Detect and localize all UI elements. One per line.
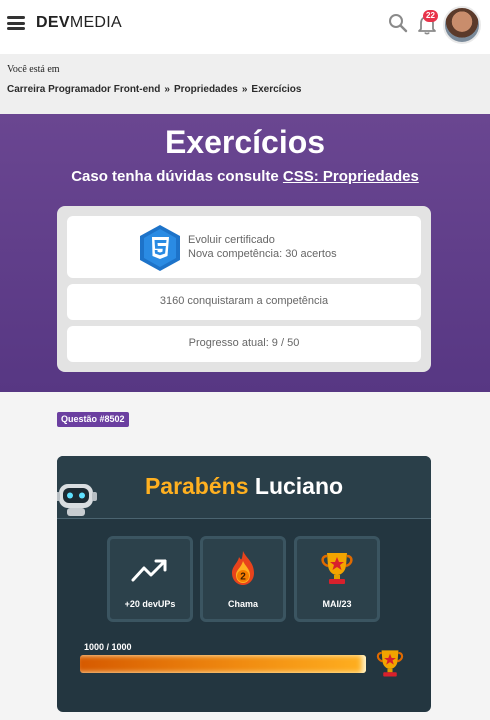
breadcrumb-intro: Você está em — [7, 64, 60, 75]
search-icon[interactable] — [388, 13, 408, 33]
stat-flame: 2 Chama — [200, 536, 286, 622]
hamburger-icon[interactable] — [7, 16, 25, 30]
xp-progress-fill — [80, 655, 366, 673]
certificate-text: Evoluir certificado Nova competência: 30… — [188, 233, 337, 261]
notification-badge[interactable]: 22 — [423, 10, 438, 22]
conquered-row: 3160 conquistaram a competência — [67, 284, 421, 320]
certificate-row: Evoluir certificado Nova competência: 30… — [67, 216, 421, 278]
stat-trophy: MAI/23 — [294, 536, 380, 622]
breadcrumb-item-exercises[interactable]: Exercícios — [251, 84, 301, 95]
breadcrumb-separator: » — [241, 84, 248, 95]
css3-shield-icon — [140, 225, 180, 271]
stat-trophy-label: MAI/23 — [322, 599, 352, 609]
xp-text: 1000 / 1000 — [84, 642, 132, 652]
progress-text: Progresso atual: 9 / 50 — [188, 337, 300, 349]
breadcrumb: Você está em Carreira Programador Front-… — [0, 54, 490, 114]
question-tag: Questão #8502 — [57, 412, 129, 427]
hero-section: Exercícios Caso tenha dúvidas consulte C… — [0, 114, 490, 392]
avatar[interactable] — [443, 6, 481, 44]
progress-row: Progresso atual: 9 / 50 — [67, 326, 421, 362]
congrats-panel: Parabéns Luciano +20 devUPs 2 Chama MAI/… — [57, 456, 431, 712]
trending-up-icon — [131, 559, 167, 582]
flame-number: 2 — [240, 572, 246, 583]
breadcrumb-trail: Carreira Programador Front-end» Proprieda… — [7, 84, 301, 95]
stat-flame-label: Chama — [227, 599, 258, 609]
certificate-line-1: Evoluir certificado — [188, 234, 275, 246]
flame-icon: 2 — [232, 551, 254, 585]
page-title: Exercícios — [164, 124, 326, 160]
hero-subtitle: Caso tenha dúvidas consulte CSS: Proprie… — [71, 168, 419, 185]
xp-progress-bar — [80, 655, 366, 673]
congrats-header: Parabéns Luciano — [57, 456, 431, 519]
trophy-icon — [376, 650, 404, 677]
breadcrumb-item-properties[interactable]: Propriedades — [174, 84, 238, 95]
top-bar: DEVMEDIA 22 — [0, 0, 490, 54]
breadcrumb-item-career[interactable]: Carreira Programador Front-end — [7, 84, 160, 95]
conquered-text: 3160 conquistaram a competência — [159, 295, 329, 307]
competency-card: Evoluir certificado Nova competência: 30… — [57, 206, 431, 372]
trophy-icon — [321, 553, 353, 584]
stat-devups-label: +20 devUPs — [124, 599, 176, 609]
congrats-title: Parabéns Luciano — [144, 473, 344, 499]
css-properties-link[interactable]: CSS: Propriedades — [283, 168, 419, 185]
certificate-line-2: Nova competência: 30 acertos — [188, 248, 337, 260]
stat-devups: +20 devUPs — [107, 536, 193, 622]
logo[interactable]: DEVMEDIA — [36, 14, 122, 32]
breadcrumb-separator: » — [164, 84, 170, 95]
